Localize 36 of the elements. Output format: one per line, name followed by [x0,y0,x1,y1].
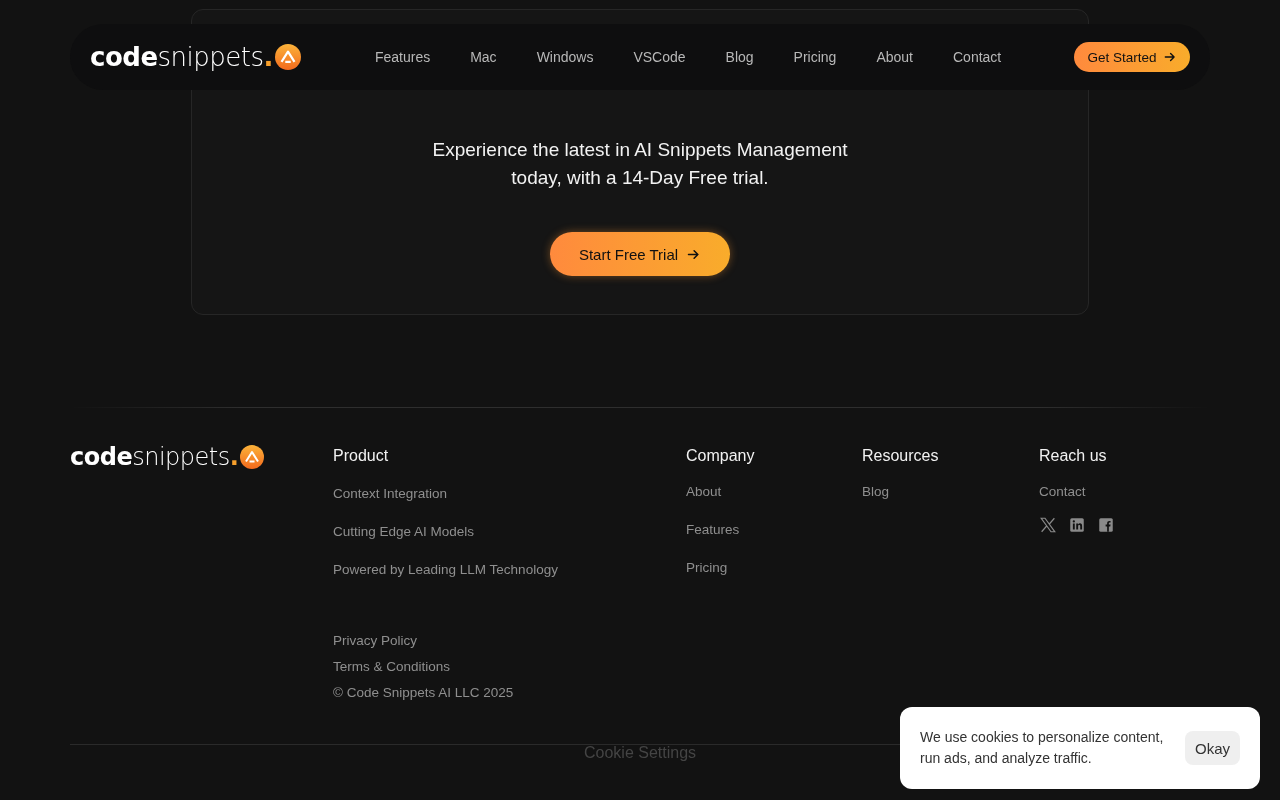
logo-icon [274,44,301,70]
nav-link[interactable]: Contact [933,49,1022,65]
footer-link[interactable]: Context Integration [333,485,448,503]
nav-link[interactable]: About [856,49,933,65]
x-icon[interactable] [1039,516,1057,534]
okay-button[interactable]: Okay [1185,731,1240,765]
nav-link[interactable]: Blog [705,49,774,65]
linkedin-icon[interactable] [1068,516,1086,534]
logo-icon [240,445,265,469]
footer-link[interactable]: Features [686,521,740,539]
footer-link[interactable]: Contact [1039,483,1086,501]
facebook-icon[interactable] [1097,516,1115,534]
start-trial-button[interactable]: Start Free Trial [550,232,730,276]
logo-text[interactable]: codesnippets. [70,443,239,471]
arrow-icon [1162,50,1177,64]
column-title: Reach us [1039,446,1107,466]
footer-link[interactable]: Cutting Edge AI Models [333,523,475,541]
footer-link[interactable]: About [686,483,722,501]
legal-link[interactable]: Privacy Policy [333,632,514,650]
cta-text: Experience the latest in AI Snippets Management today, with a 14-Day Free trial. [431,138,849,190]
nav-link[interactable]: VSCode [613,49,706,65]
legal-link[interactable]: Terms & Conditions [333,658,514,676]
footer-link[interactable]: Pricing [686,559,728,577]
column-title: Company [686,446,755,466]
footer-link[interactable]: Powered by Leading LLM Technology [333,561,558,579]
nav-link[interactable]: Features [354,49,451,65]
nav-link[interactable]: Windows [516,49,614,65]
nav-link[interactable]: Pricing [773,49,857,65]
column-title: Resources [862,446,939,466]
logo-text[interactable]: codesnippets. [90,42,273,72]
footer-link[interactable]: Blog [862,483,890,501]
copyright: © Code Snippets AI LLC 2025 [333,684,514,702]
cookie-text: We use cookies to personalize content, run ads, and analyze traffic. [920,728,1165,768]
nav-link[interactable]: Mac [450,49,517,65]
get-started-button[interactable]: Get Started [1074,42,1190,72]
column-title: Product [333,446,389,466]
